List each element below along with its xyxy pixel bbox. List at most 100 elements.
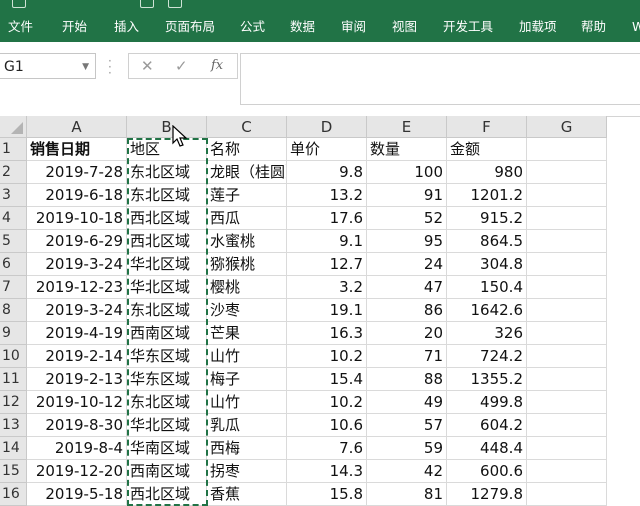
column-header-d[interactable]: D xyxy=(287,116,367,138)
cell[interactable]: 326 xyxy=(447,322,527,345)
column-header-b[interactable]: B xyxy=(127,116,207,138)
cell[interactable]: 915.2 xyxy=(447,207,527,230)
cell[interactable]: 59 xyxy=(367,437,447,460)
row-header[interactable]: 4 xyxy=(0,207,27,230)
cell[interactable] xyxy=(527,207,607,230)
row-header[interactable]: 16 xyxy=(0,483,27,506)
cell[interactable]: 10.2 xyxy=(287,391,367,414)
cell[interactable]: 地区 xyxy=(127,138,207,161)
cell[interactable]: 华东区域 xyxy=(127,345,207,368)
chevron-down-icon[interactable]: ▼ xyxy=(82,54,89,80)
cell[interactable] xyxy=(527,299,607,322)
cell[interactable]: 49 xyxy=(367,391,447,414)
cell[interactable]: 梅子 xyxy=(207,368,287,391)
cell[interactable]: 乳瓜 xyxy=(207,414,287,437)
cell[interactable]: 数量 xyxy=(367,138,447,161)
cell[interactable]: 2019-6-18 xyxy=(27,184,127,207)
cell[interactable]: 86 xyxy=(367,299,447,322)
cell[interactable]: 2019-8-30 xyxy=(27,414,127,437)
cell[interactable]: 西北区域 xyxy=(127,230,207,253)
cell[interactable]: 150.4 xyxy=(447,276,527,299)
cell[interactable]: 华东区域 xyxy=(127,368,207,391)
undo-icon[interactable] xyxy=(140,0,154,8)
cell[interactable]: 42 xyxy=(367,460,447,483)
cell[interactable]: 西南区域 xyxy=(127,460,207,483)
row-header[interactable]: 11 xyxy=(0,368,27,391)
cell[interactable]: 华北区域 xyxy=(127,276,207,299)
cell[interactable]: 2019-6-29 xyxy=(27,230,127,253)
save-icon[interactable] xyxy=(12,0,26,8)
cell[interactable]: 猕猴桃 xyxy=(207,253,287,276)
cell[interactable]: 1279.8 xyxy=(447,483,527,506)
cell[interactable]: 西瓜 xyxy=(207,207,287,230)
column-header-c[interactable]: C xyxy=(207,116,287,138)
cell[interactable]: 304.8 xyxy=(447,253,527,276)
cell[interactable]: 88 xyxy=(367,368,447,391)
cell[interactable] xyxy=(527,138,607,161)
cell[interactable]: 14.3 xyxy=(287,460,367,483)
cell[interactable]: 724.2 xyxy=(447,345,527,368)
tab-1[interactable]: 开始 xyxy=(62,16,87,38)
tab-3[interactable]: 页面布局 xyxy=(165,16,215,38)
cell[interactable]: 东北区域 xyxy=(127,184,207,207)
row-header[interactable]: 10 xyxy=(0,345,27,368)
cell[interactable]: 2019-10-18 xyxy=(27,207,127,230)
cell[interactable]: 拐枣 xyxy=(207,460,287,483)
cell[interactable] xyxy=(527,161,607,184)
tab-10[interactable]: 帮助 xyxy=(581,16,606,38)
row-header[interactable]: 14 xyxy=(0,437,27,460)
cell[interactable]: 沙枣 xyxy=(207,299,287,322)
cell[interactable]: 山竹 xyxy=(207,345,287,368)
cell[interactable]: 7.6 xyxy=(287,437,367,460)
cell[interactable] xyxy=(527,345,607,368)
cell[interactable]: 金额 xyxy=(447,138,527,161)
cell[interactable]: 91 xyxy=(367,184,447,207)
cell[interactable]: 2019-2-13 xyxy=(27,368,127,391)
tab-5[interactable]: 数据 xyxy=(290,16,315,38)
cell[interactable]: 西北区域 xyxy=(127,483,207,506)
cell[interactable]: 100 xyxy=(367,161,447,184)
column-header-a[interactable]: A xyxy=(27,116,127,138)
cell[interactable]: 15.4 xyxy=(287,368,367,391)
cell[interactable]: 单价 xyxy=(287,138,367,161)
row-header[interactable]: 6 xyxy=(0,253,27,276)
cell[interactable] xyxy=(527,437,607,460)
cell[interactable]: 71 xyxy=(367,345,447,368)
cell[interactable]: 东北区域 xyxy=(127,161,207,184)
enter-icon[interactable]: ✓ xyxy=(175,54,188,78)
insert-function-icon[interactable]: fx xyxy=(211,54,223,78)
cell[interactable]: 2019-3-24 xyxy=(27,253,127,276)
cell[interactable]: 81 xyxy=(367,483,447,506)
cell[interactable]: 864.5 xyxy=(447,230,527,253)
tab-0[interactable]: 文件 xyxy=(8,16,33,38)
cell[interactable]: 9.1 xyxy=(287,230,367,253)
tab-2[interactable]: 插入 xyxy=(114,16,139,38)
cancel-icon[interactable]: ✕ xyxy=(141,54,154,78)
cell[interactable]: 1642.6 xyxy=(447,299,527,322)
tab-8[interactable]: 开发工具 xyxy=(443,16,493,38)
cell[interactable]: 12.7 xyxy=(287,253,367,276)
cell[interactable]: 10.2 xyxy=(287,345,367,368)
tab-4[interactable]: 公式 xyxy=(240,16,265,38)
select-all-button[interactable] xyxy=(0,116,27,138)
cell[interactable]: 2019-8-4 xyxy=(27,437,127,460)
row-header[interactable]: 12 xyxy=(0,391,27,414)
cell[interactable]: 2019-12-23 xyxy=(27,276,127,299)
cell[interactable]: 芒果 xyxy=(207,322,287,345)
cell[interactable]: 9.8 xyxy=(287,161,367,184)
cell[interactable]: 西北区域 xyxy=(127,207,207,230)
column-header-e[interactable]: E xyxy=(367,116,447,138)
cell[interactable] xyxy=(527,391,607,414)
cell[interactable]: 13.2 xyxy=(287,184,367,207)
cell[interactable]: 龙眼（桂圆） xyxy=(207,161,287,184)
cell[interactable] xyxy=(527,322,607,345)
cell[interactable]: 山竹 xyxy=(207,391,287,414)
cell[interactable]: 2019-5-18 xyxy=(27,483,127,506)
cell[interactable]: 15.8 xyxy=(287,483,367,506)
cell[interactable]: 莲子 xyxy=(207,184,287,207)
cell[interactable]: 17.6 xyxy=(287,207,367,230)
cell[interactable]: 2019-4-19 xyxy=(27,322,127,345)
cell[interactable]: 水蜜桃 xyxy=(207,230,287,253)
row-header[interactable]: 15 xyxy=(0,460,27,483)
row-header[interactable]: 9 xyxy=(0,322,27,345)
